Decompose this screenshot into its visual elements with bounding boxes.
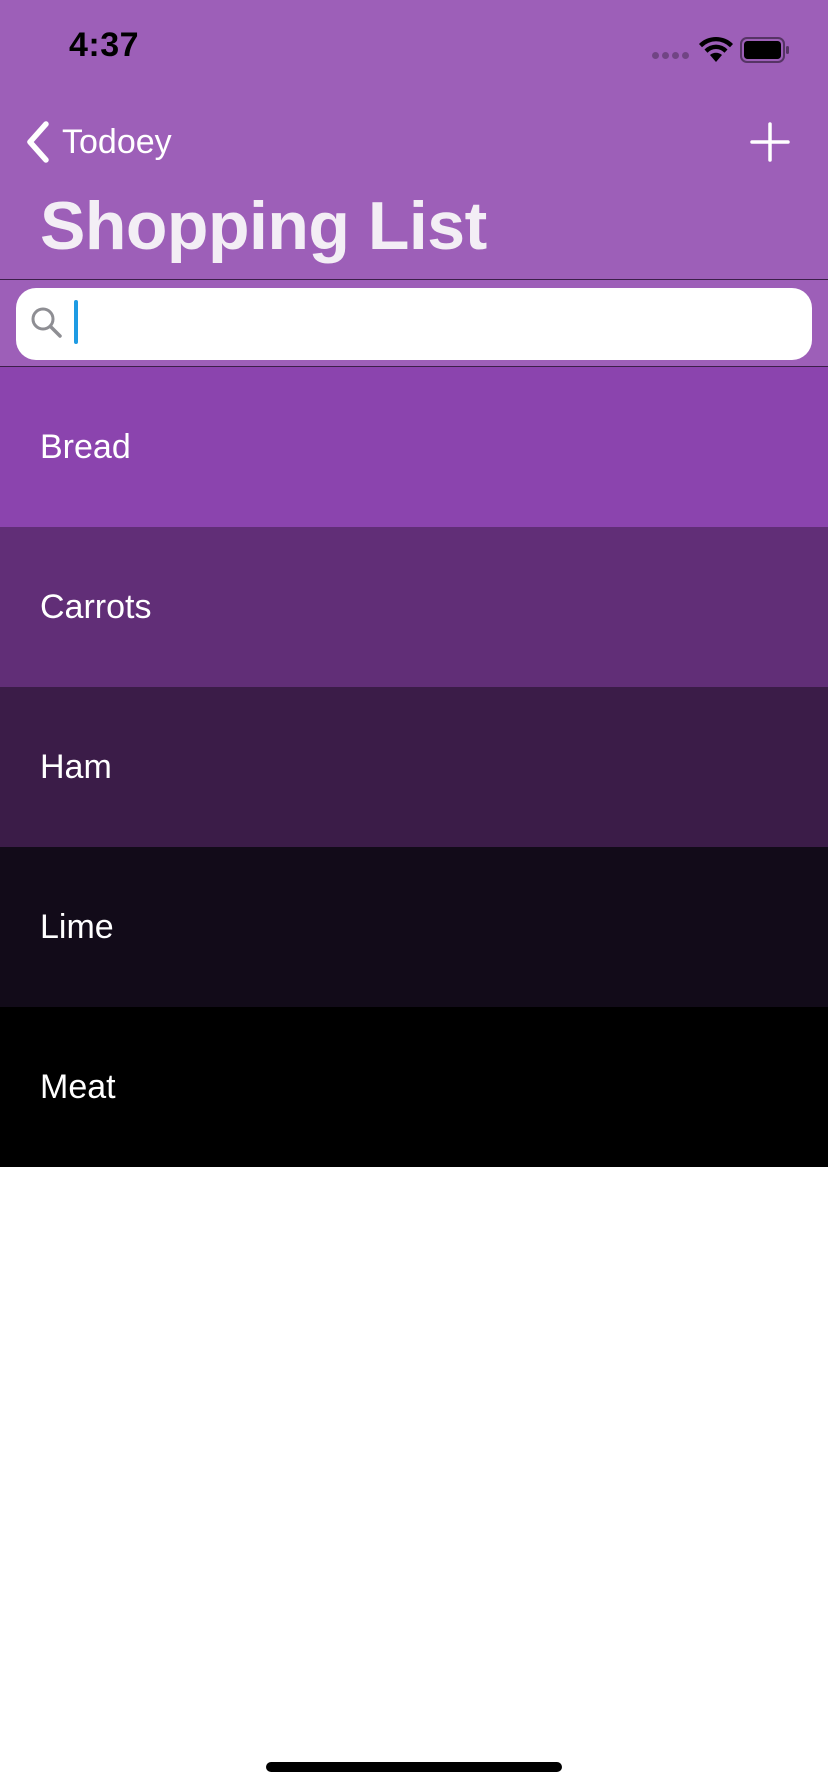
navigation-bar: Todoey xyxy=(0,100,828,188)
list-item[interactable]: Ham xyxy=(0,687,828,847)
cellular-signal-icon xyxy=(652,52,690,60)
list-item[interactable]: Carrots xyxy=(0,527,828,687)
wifi-icon xyxy=(699,36,733,62)
list-item-label: Ham xyxy=(40,747,112,786)
list-item[interactable]: Meat xyxy=(0,1007,828,1167)
status-time: 4:37 xyxy=(69,26,140,64)
plus-icon xyxy=(750,122,790,162)
back-button-label: Todoey xyxy=(62,122,172,161)
add-item-button[interactable] xyxy=(746,110,794,174)
list-item-label: Bread xyxy=(40,427,131,466)
page-title: Shopping List xyxy=(40,188,487,264)
divider xyxy=(0,279,828,280)
list-item-label: Meat xyxy=(40,1067,116,1106)
chevron-left-icon xyxy=(27,121,49,163)
list-item-label: Lime xyxy=(40,907,114,946)
list-item[interactable]: Lime xyxy=(0,847,828,1007)
search-icon xyxy=(31,307,62,338)
list-item[interactable]: Bread xyxy=(0,367,828,527)
search-input[interactable] xyxy=(74,300,794,348)
battery-icon xyxy=(740,37,789,63)
search-bar[interactable] xyxy=(16,288,812,360)
text-cursor xyxy=(74,300,78,344)
shopping-list: Bread Carrots Ham Lime Meat xyxy=(0,367,828,1167)
back-button[interactable]: Todoey xyxy=(24,110,172,174)
home-indicator[interactable] xyxy=(266,1762,562,1772)
list-item-label: Carrots xyxy=(40,587,152,626)
status-bar: 4:37 xyxy=(0,0,828,100)
header: 4:37 Todoey Shopping List xyxy=(0,0,828,367)
